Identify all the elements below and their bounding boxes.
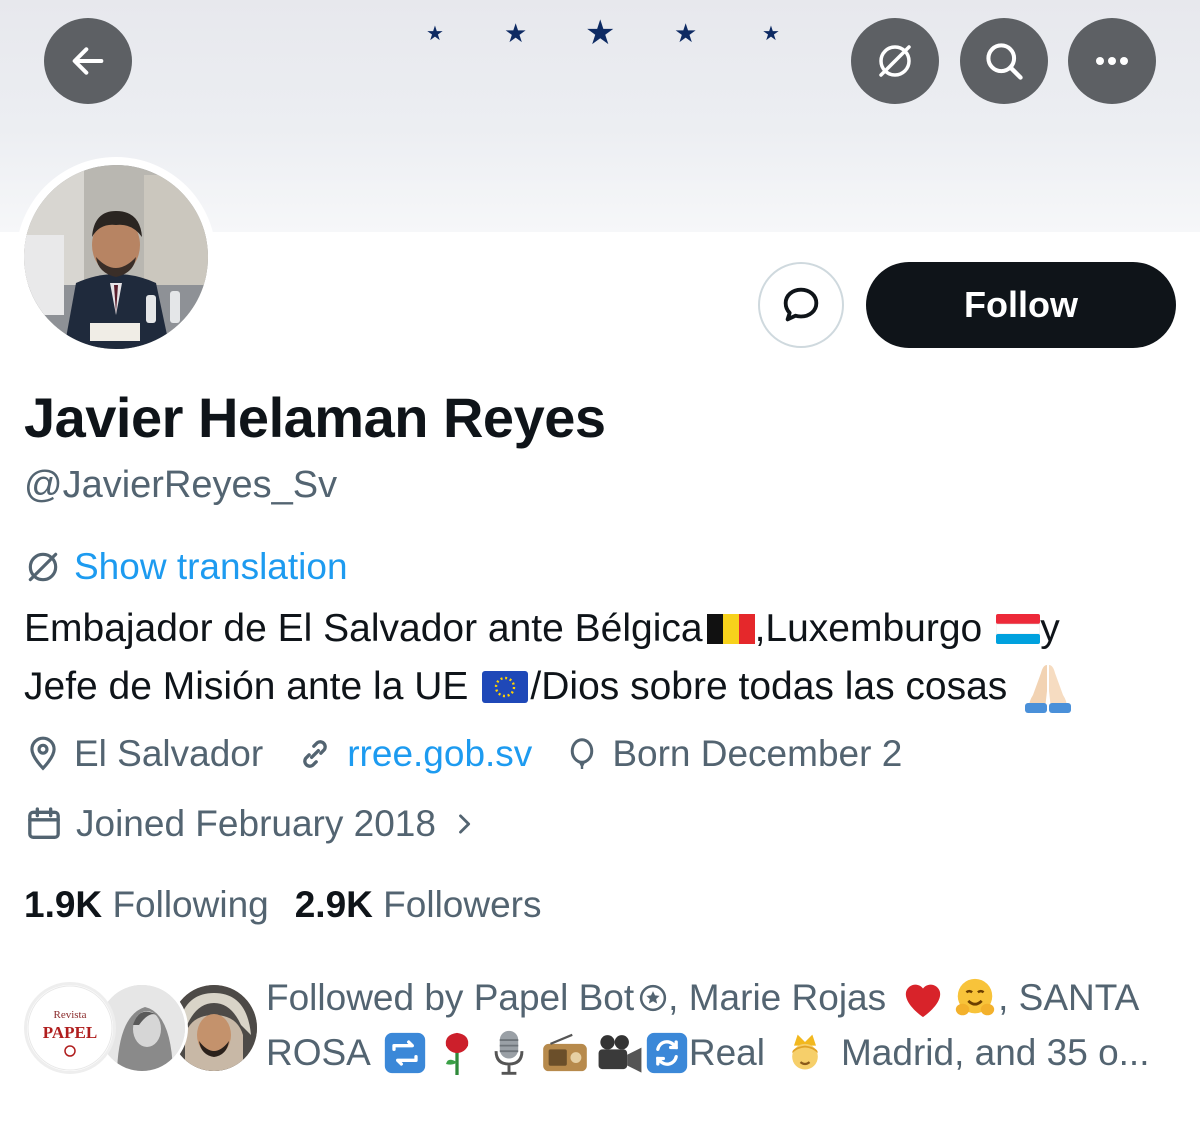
avatar-ring <box>16 157 216 357</box>
arrow-left-icon <box>72 47 104 75</box>
followers-count: 2.9K <box>294 884 373 925</box>
birthday-text: Born December 2 <box>612 733 903 774</box>
followed-by-avatars[interactable]: Revista PAPEL <box>24 982 260 1074</box>
globe-slash-icon <box>28 552 58 582</box>
joined-item[interactable]: Joined February 2018 <box>24 803 478 845</box>
following-count: 1.9K <box>24 884 103 925</box>
location-pin-icon <box>30 736 56 771</box>
followed-by-segment: Followed by Papel Bot <box>266 977 635 1018</box>
followed-by-segment: Madrid, and 35 o... <box>840 1032 1150 1073</box>
profile-bio: Embajador de El Salvador ante Bélgica ,L… <box>24 600 1184 716</box>
followers-label: Followers <box>383 884 542 925</box>
bio-text: y <box>1040 607 1060 650</box>
follow-button[interactable]: Follow <box>866 262 1176 348</box>
translate-button[interactable] <box>851 18 939 104</box>
balloon-icon <box>571 738 594 769</box>
banner-star: ★ <box>426 23 444 45</box>
movie-camera-icon <box>598 1034 642 1073</box>
eu-flag-icon <box>482 671 529 703</box>
followers-stat[interactable]: 2.9K Followers <box>295 884 542 926</box>
profile-meta-row: El Salvador rree.gob.sv Born December 2 <box>24 733 934 775</box>
bio-text: ,Luxemburgo <box>754 607 983 650</box>
joined-text: Joined February 2018 <box>76 803 436 844</box>
bio-text: Embajador de El Salvador ante Bélgica <box>24 607 703 650</box>
ellipsis-icon <box>1096 57 1128 65</box>
search-button[interactable] <box>960 18 1048 104</box>
luxembourg-flag-icon <box>996 614 1041 644</box>
link-icon <box>303 740 328 768</box>
microphone-icon <box>494 1030 524 1075</box>
rose-icon <box>445 1032 469 1075</box>
show-translation-link[interactable]: Show translation <box>24 546 348 588</box>
followed-by-segment: Real <box>688 1032 765 1073</box>
verified-star-badge-icon <box>640 984 667 1011</box>
calendar-icon <box>28 807 60 839</box>
followed-by-segment: , SANTA <box>998 977 1140 1018</box>
avatar-logo-text: Revista <box>54 1009 87 1021</box>
bio-text: Jefe de Misión ante la UE <box>24 665 469 708</box>
follow-stats: 1.9K Following 2.9K Followers <box>24 884 542 926</box>
bio-line: Embajador de El Salvador ante Bélgica ,L… <box>24 600 1184 658</box>
website-item[interactable]: rree.gob.sv <box>295 733 532 775</box>
followed-by-line: Followed by Papel Bot , Marie Rojas , SA… <box>266 970 1186 1025</box>
back-button[interactable] <box>44 18 132 104</box>
bio-line: Jefe de Misión ante la UE /Dios sobre to… <box>24 658 1184 716</box>
banner-star: ★ <box>674 18 698 48</box>
followed-by-line: ROSA Real Madrid, and 35 o... <box>266 1025 1186 1080</box>
prince-icon <box>792 1034 818 1069</box>
chevron-right-icon <box>459 814 471 834</box>
message-bubble-icon <box>783 287 819 322</box>
search-icon <box>986 43 1023 80</box>
birthday-item: Born December 2 <box>564 733 902 775</box>
belgium-flag-icon <box>706 614 755 644</box>
following-label: Following <box>112 884 269 925</box>
banner-star: ★ <box>762 23 780 45</box>
follower-avatar: Revista PAPEL <box>24 982 116 1074</box>
avatar-logo-text: PAPEL <box>43 1023 97 1042</box>
joined-row[interactable]: Joined February 2018 <box>24 803 478 845</box>
folded-hands-icon <box>1025 665 1072 713</box>
bio-text: /Dios sobre todas las cosas <box>530 665 1008 708</box>
website-link[interactable]: rree.gob.sv <box>347 733 532 775</box>
location-item: El Salvador <box>24 733 263 775</box>
show-translation-label[interactable]: Show translation <box>74 546 348 588</box>
profile-handle: @JavierReyes_Sv <box>24 464 338 506</box>
banner-star: ★ <box>585 14 616 52</box>
hugging-face-icon <box>955 978 995 1015</box>
arrows-counterclockwise-icon <box>646 1032 688 1073</box>
repeat-button-icon <box>384 1032 426 1073</box>
profile-name: Javier Helaman Reyes <box>24 386 606 449</box>
banner-star: ★ <box>504 18 528 48</box>
globe-slash-icon <box>879 45 911 77</box>
radio-icon <box>543 1033 587 1071</box>
more-button[interactable] <box>1068 18 1156 104</box>
followed-by-segment: ROSA <box>266 1032 371 1073</box>
followed-by-text[interactable]: Followed by Papel Bot , Marie Rojas , SA… <box>266 970 1186 1080</box>
followed-by-segment: , Marie Rojas <box>668 977 887 1018</box>
red-heart-icon <box>905 984 941 1017</box>
avatar[interactable] <box>24 165 208 349</box>
message-button[interactable] <box>758 262 844 348</box>
location-text: El Salvador <box>74 733 264 774</box>
following-stat[interactable]: 1.9K Following <box>24 884 269 926</box>
